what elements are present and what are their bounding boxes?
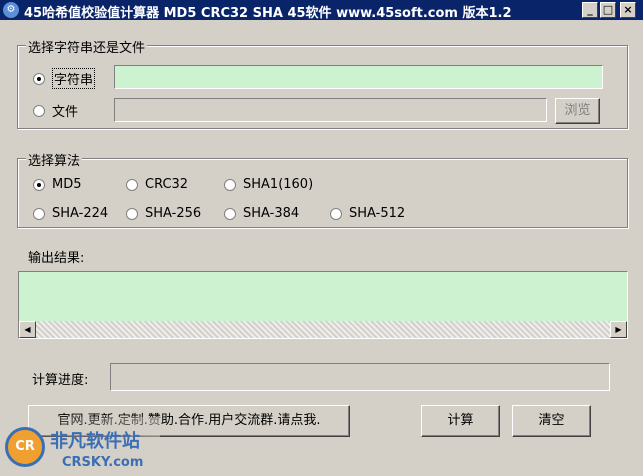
radio-dot-icon [330,207,342,220]
scroll-left-arrow-icon[interactable]: ◀ [19,321,36,338]
string-radio-label: 字符串 [52,68,96,89]
sha512-label: SHA-512 [349,206,406,221]
app-gear-icon: ⚙ [3,2,19,18]
file-radio-label: 文件 [52,105,79,120]
radio-dot-icon [33,207,45,220]
watermark: CR 非凡软件站 CRSKY.com [0,417,160,476]
maximize-button[interactable]: □ [600,2,616,18]
radio-dot-icon [126,207,138,220]
source-group-title: 选择字符串还是文件 [26,37,148,56]
sha384-radio[interactable]: SHA-384 [224,206,299,221]
watermark-en-text: CRSKY.com [62,455,144,470]
sha384-label: SHA-384 [243,206,300,221]
sha256-label: SHA-256 [145,206,202,221]
scroll-right-arrow-icon[interactable]: ▶ [610,321,627,338]
progress-bar [110,363,610,391]
horizontal-scrollbar[interactable]: ◀ ▶ [19,321,627,338]
sha256-radio[interactable]: SHA-256 [126,206,201,221]
string-input[interactable] [114,65,603,89]
watermark-logo-icon: CR [5,427,45,467]
output-label: 输出结果: [28,251,85,266]
watermark-cn-text: 非凡软件站 [50,431,140,452]
progress-label: 计算进度: [32,373,89,388]
browse-button[interactable]: 浏览 [555,98,600,124]
sha224-radio[interactable]: SHA-224 [33,206,108,221]
algorithm-group-title: 选择算法 [26,150,83,169]
minimize-button[interactable]: _ [582,2,598,18]
close-button[interactable]: × [620,2,636,18]
sha224-label: SHA-224 [52,206,109,221]
radio-dot-icon [126,178,138,191]
crc32-label: CRC32 [145,177,189,192]
sha1-radio[interactable]: SHA1(160) [224,177,313,192]
output-textarea[interactable]: ◀ ▶ [18,271,628,339]
file-radio[interactable]: 文件 [33,101,78,120]
file-path-input[interactable] [114,98,547,122]
algorithm-groupbox [17,158,628,228]
radio-dot-icon [224,178,236,191]
radio-dot-icon [224,207,236,220]
window-title: 45哈希值校验值计算器 MD5 CRC32 SHA 45软件 www.45sof… [24,6,512,21]
md5-radio[interactable]: MD5 [33,177,82,192]
title-bar[interactable]: ⚙ 45哈希值校验值计算器 MD5 CRC32 SHA 45软件 www.45s… [0,0,643,21]
crc32-radio[interactable]: CRC32 [126,177,188,192]
clear-button[interactable]: 清空 [512,405,591,437]
sha1-label: SHA1(160) [243,177,314,192]
md5-label: MD5 [52,177,82,192]
compute-button[interactable]: 计算 [421,405,500,437]
radio-dot-icon [33,104,45,117]
string-radio[interactable]: 字符串 [33,68,96,89]
radio-dot-icon [33,178,45,191]
radio-dot-icon [33,72,45,85]
sha512-radio[interactable]: SHA-512 [330,206,405,221]
